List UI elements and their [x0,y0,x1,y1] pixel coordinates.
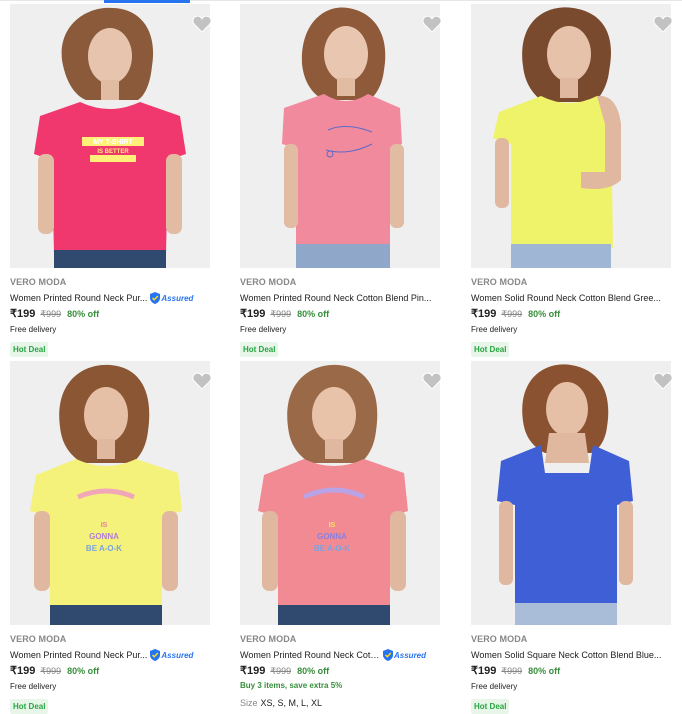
brand-name: VERO MODA [240,634,297,644]
assured-badge: Assured [150,649,193,661]
print-text: IS BETTER [97,149,129,155]
original-price: ₹999 [270,309,292,319]
product-image[interactable]: IS GONNA BE A-O-K [240,361,440,625]
print-text: IS [101,522,108,529]
selling-price: ₹199 [240,308,266,320]
product-image[interactable] [240,4,440,268]
hot-deal-badge: Hot Deal [10,342,49,357]
size-availability: Size XS, S, M, L, XL [240,698,322,708]
price-row: ₹199 ₹999 80% off [471,664,560,678]
price-row: ₹199 ₹999 80% off [471,307,560,321]
hot-deal-badge: Hot Deal [471,342,510,357]
brand-name: VERO MODA [10,634,67,644]
print-text: IS [329,522,336,529]
product-card[interactable]: VERO MODA Women Solid Round Neck Cotton … [471,4,682,361]
product-card[interactable]: MY T-SHIRT IS BETTER VERO MODA Women Pri… [10,4,230,361]
heart-icon[interactable] [192,372,212,390]
price-row: ₹199 ₹999 80% off [10,664,99,678]
price-row: ₹199 ₹999 80% off [10,307,99,321]
product-title[interactable]: Women Printed Round Neck Pur... [10,650,147,660]
selling-price: ₹199 [240,665,266,677]
shield-check-icon [150,649,161,661]
assured-badge: Assured [383,649,426,661]
original-price: ₹999 [270,666,292,676]
original-price: ₹999 [501,666,523,676]
shield-check-icon [383,649,393,661]
discount-percent: 80% off [297,309,330,319]
product-card[interactable]: IS GONNA BE A-O-K VERO MODA Women Printe… [240,361,460,714]
product-title-row: Women Printed Round Neck Pur... Assured [10,648,215,662]
hot-deal-badge: Hot Deal [471,699,510,714]
print-text: GONNA [89,532,119,541]
size-label: Size [240,698,258,708]
delivery-info: Free delivery [10,325,57,334]
shirt [34,102,186,254]
discount-percent: 80% off [528,309,561,319]
delivery-info: Free delivery [240,325,287,334]
delivery-info: Free delivery [471,682,518,691]
product-title[interactable]: Women Solid Square Neck Cotton Blend Blu… [471,650,661,660]
price-row: ₹199 ₹999 80% off [240,307,329,321]
product-image[interactable] [471,4,671,268]
original-price: ₹999 [501,309,523,319]
discount-percent: 80% off [528,666,561,676]
heart-icon[interactable] [422,372,442,390]
print-text: GONNA [317,532,347,541]
product-title-row: Women Printed Round Neck Cotton Blend Pi… [240,291,445,305]
selling-price: ₹199 [471,665,497,677]
product-title-row: Women Solid Round Neck Cotton Blend Gree… [471,291,676,305]
heart-icon[interactable] [192,15,212,33]
brand-name: VERO MODA [471,277,528,287]
active-tab-indicator [104,0,190,3]
heart-icon[interactable] [422,15,442,33]
product-title[interactable]: Women Printed Round Neck Cott... [240,650,380,660]
original-price: ₹999 [40,666,62,676]
discount-percent: 80% off [67,666,100,676]
bulk-offer-text: Buy 3 items, save extra 5% [240,681,343,690]
assured-badge: Assured [150,292,193,304]
discount-percent: 80% off [67,309,100,319]
print-text: MY T-SHIRT [93,139,133,146]
heart-icon[interactable] [653,372,673,390]
product-image[interactable]: IS GONNA BE A-O-K [10,361,210,625]
selling-price: ₹199 [10,665,36,677]
product-title[interactable]: Women Solid Round Neck Cotton Blend Gree… [471,293,661,303]
assured-label: Assured [161,293,194,303]
product-title[interactable]: Women Printed Round Neck Pur... [10,293,147,303]
discount-percent: 80% off [297,666,330,676]
print-text: BE A-O-K [314,544,350,553]
product-card[interactable]: VERO MODA Women Solid Square Neck Cotton… [471,361,682,714]
hot-deal-badge: Hot Deal [240,342,279,357]
shirt [282,94,402,248]
product-image[interactable]: MY T-SHIRT IS BETTER [10,4,210,268]
shield-check-icon [150,292,161,304]
product-title[interactable]: Women Printed Round Neck Cotton Blend Pi… [240,293,431,303]
brand-name: VERO MODA [240,277,297,287]
brand-name: VERO MODA [471,634,528,644]
product-card[interactable]: IS GONNA BE A-O-K VERO MODA Women Printe… [10,361,230,714]
print-text: BE A-O-K [86,544,122,553]
product-title-row: Women Printed Round Neck Cott... Assured [240,648,445,662]
original-price: ₹999 [40,309,62,319]
product-title-row: Women Printed Round Neck Pur... Assured [10,291,215,305]
selling-price: ₹199 [10,308,36,320]
price-row: ₹199 ₹999 80% off [240,664,329,678]
delivery-info: Free delivery [471,325,518,334]
hot-deal-badge: Hot Deal [10,699,49,714]
assured-label: Assured [161,650,194,660]
selling-price: ₹199 [471,308,497,320]
size-list: XS, S, M, L, XL [260,698,323,708]
heart-icon[interactable] [653,15,673,33]
brand-name: VERO MODA [10,277,67,287]
assured-label: Assured [394,650,427,660]
product-image[interactable] [471,361,671,625]
product-title-row: Women Solid Square Neck Cotton Blend Blu… [471,648,676,662]
delivery-info: Free delivery [10,682,57,691]
product-card[interactable]: VERO MODA Women Printed Round Neck Cotto… [240,4,460,361]
